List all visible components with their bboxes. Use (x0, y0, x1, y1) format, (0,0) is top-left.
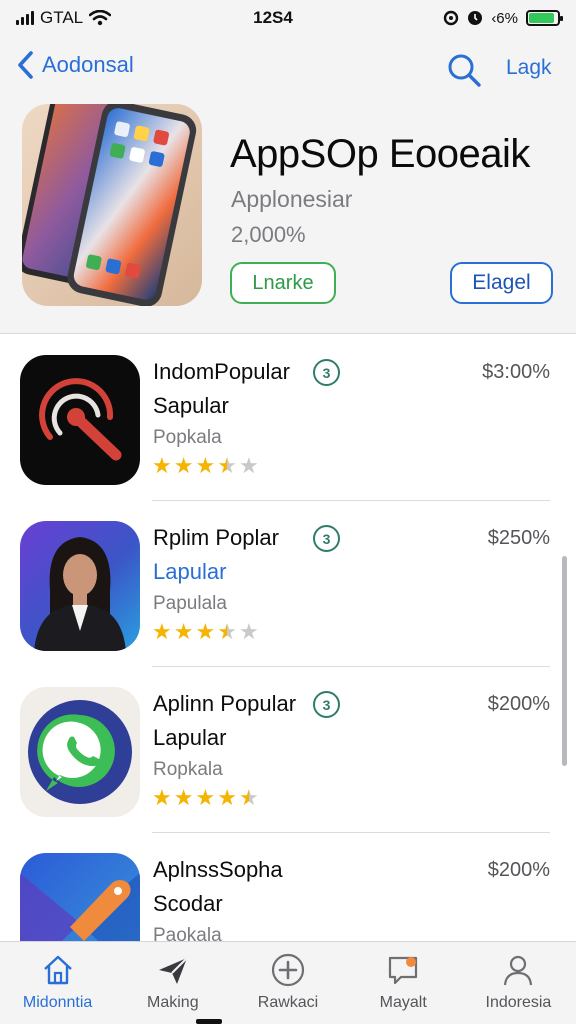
star-rating: ★ ★ ★ ★ ★ (152, 455, 259, 477)
app-badge: 3 (313, 691, 340, 718)
app-row[interactable]: Aplinn Popular 3 Lapular Ropkala ★ ★ ★ ★ ★ $… (0, 667, 576, 833)
star-icon: ★ (195, 453, 216, 478)
tab-indoresia[interactable]: Indoresia (461, 942, 576, 1024)
home-indicator (196, 1019, 222, 1024)
star-rating: ★ ★ ★ ★ ★ (152, 787, 259, 809)
tab-making[interactable]: Making (115, 942, 230, 1024)
app-category: Popkala (153, 427, 222, 448)
tab-label: Indoresia (485, 994, 552, 1011)
star-icon: ★ (238, 619, 259, 644)
app-icon-chat (20, 687, 140, 817)
star-icon: ★ (152, 619, 172, 644)
nav-bar: Aodonsal Lagk (0, 50, 576, 90)
star-icon: ★ (195, 785, 216, 810)
person-icon (504, 955, 533, 986)
paper-plane-icon (158, 957, 188, 984)
app-row[interactable]: Rplim Poplar 3 Lapular Papulala ★ ★ ★ ★ ★ $2… (0, 501, 576, 667)
status-time: 12S4 (253, 8, 293, 27)
battery-icon (526, 10, 563, 26)
star-rating: ★ ★ ★ ★ ★ (152, 621, 259, 643)
status-bar: GTAL 12S4 ‹6% (0, 0, 576, 36)
featured-app-meta: 2,000% (231, 222, 306, 247)
back-button[interactable]: Aodonsal (16, 50, 134, 80)
tab-home[interactable]: Midonntia (0, 942, 115, 1024)
app-name: Rplim Poplar (153, 525, 279, 550)
app-icon-tag (20, 853, 140, 941)
nav-right-link[interactable]: Lagk (506, 56, 552, 80)
app-subtitle: Sapular (153, 393, 229, 418)
star-icon: ★ (173, 453, 194, 478)
battery-percent: ‹6% (491, 9, 518, 27)
plus-circle-icon (271, 953, 305, 987)
star-icon: ★ (238, 785, 259, 810)
app-row[interactable]: IndomPopular 3 Sapular Popkala ★ ★ ★ ★ ★ $3:… (0, 335, 576, 501)
tab-label: Midonntia (22, 994, 93, 1011)
app-header: Aodonsal Lagk AppSOp Eooeaik Applonesiar… (0, 36, 576, 334)
star-icon: ★ (152, 453, 172, 478)
star-icon: ★ (173, 785, 194, 810)
message-icon (389, 956, 418, 985)
signal-icon (16, 11, 34, 25)
app-name: AplnssSopha (153, 857, 283, 882)
home-icon (43, 955, 72, 985)
app-subtitle: Lapular (153, 725, 227, 750)
wifi-icon (89, 10, 112, 26)
search-icon[interactable] (446, 52, 482, 88)
star-icon: ★ (217, 619, 237, 644)
secondary-action-button[interactable]: Elagel (450, 262, 553, 304)
star-icon: ★ (152, 785, 172, 810)
scrollbar[interactable] (562, 556, 567, 766)
app-row[interactable]: AplnssSopha Scodar Paokala $200% (0, 833, 576, 941)
focus-icon (444, 10, 459, 26)
tab-label: Mayalt (379, 994, 427, 1011)
star-icon: ★ (173, 619, 194, 644)
featured-app-title: AppSOp Eooeaik (230, 132, 530, 176)
app-badge: 3 (313, 359, 340, 386)
featured-app-image[interactable] (22, 104, 202, 306)
app-list: IndomPopular 3 Sapular Popkala ★ ★ ★ ★ ★ $3:… (0, 335, 576, 941)
carrier-label: GTAL (40, 8, 84, 27)
app-category: Papulala (153, 593, 227, 614)
star-icon: ★ (217, 453, 237, 478)
app-subtitle: Scodar (153, 891, 223, 916)
chevron-left-icon (18, 51, 33, 79)
tab-mayalt[interactable]: Mayalt (346, 942, 461, 1024)
app-name: Aplinn Popular (153, 691, 297, 716)
app-icon-podcast (20, 355, 140, 485)
featured-app-subtitle: Applonesiar (231, 186, 353, 212)
app-price[interactable]: $250% (488, 527, 550, 550)
battery-fill (529, 13, 555, 23)
app-subtitle: Lapular (153, 559, 227, 584)
star-icon: ★ (238, 453, 259, 478)
back-label: Aodonsal (42, 52, 134, 77)
app-price[interactable]: $200% (488, 859, 550, 882)
tab-rawkaci[interactable]: Rawkaci (230, 942, 345, 1024)
star-icon: ★ (217, 785, 237, 810)
tab-bar: Midonntia Making Rawkaci Mayalt Indoresi… (0, 941, 576, 1024)
primary-action-button[interactable]: Lnarke (230, 262, 336, 304)
alarm-icon (468, 11, 483, 25)
app-name: IndomPopular (153, 359, 290, 384)
app-icon-portrait (20, 521, 140, 651)
tab-label: Making (147, 994, 199, 1011)
app-price[interactable]: $200% (488, 693, 550, 716)
app-badge: 3 (313, 525, 340, 552)
app-price[interactable]: $3:00% (482, 361, 550, 384)
tab-label: Rawkaci (257, 994, 319, 1011)
star-icon: ★ (195, 619, 216, 644)
app-category: Ropkala (153, 759, 223, 780)
app-category: Paokala (153, 925, 222, 941)
